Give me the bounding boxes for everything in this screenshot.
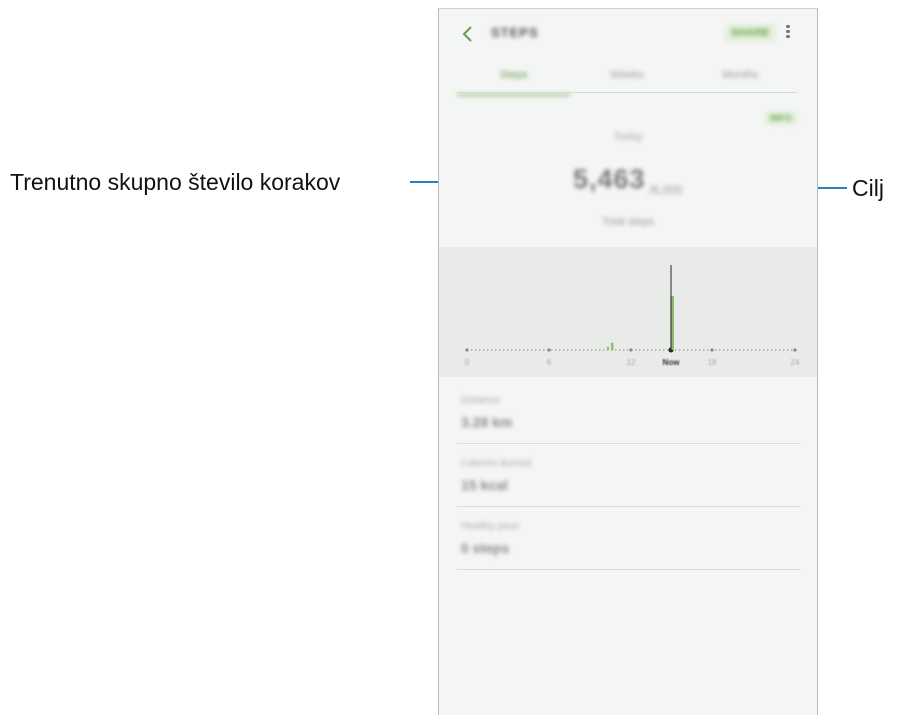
- chart-tick-dot: [629, 348, 633, 352]
- stat-distance: Distance 3.28 km: [457, 381, 801, 444]
- tab-divider: [457, 92, 797, 93]
- page-title: STEPS: [491, 25, 539, 40]
- callout-current-steps-label: Trenutno skupno število korakov: [10, 169, 341, 195]
- stat-label: Calories burned: [461, 458, 532, 469]
- stat-label: Distance: [461, 395, 500, 406]
- chart-bar: [607, 346, 609, 350]
- chart-bar: [671, 296, 674, 350]
- chart-tick-dot: [710, 348, 714, 352]
- chart-tick-dot: [547, 348, 551, 352]
- stats-list: Distance 3.28 km Calories burned 15 kcal…: [457, 381, 801, 570]
- tab-steps[interactable]: Steps: [457, 65, 571, 96]
- tab-bar: Steps Weeks Months: [457, 65, 797, 96]
- step-goal: /6,000: [649, 183, 683, 197]
- phone-screen: STEPS SHARE Steps Weeks Months INFO Toda…: [438, 8, 818, 715]
- chart-tick-label: 18: [708, 358, 717, 367]
- stat-value: 0 steps: [461, 540, 510, 556]
- steps-chart-svg: 0 6 12 Now 18 24: [465, 265, 800, 367]
- stat-label: Healthy pace: [461, 521, 520, 532]
- chart-tick-dot: [793, 348, 797, 352]
- chart-bar: [611, 342, 614, 350]
- stat-healthy-pace: Healthy pace 0 steps: [457, 507, 801, 570]
- info-button[interactable]: INFO: [765, 111, 797, 125]
- chart-tick-label: 0: [465, 358, 470, 367]
- chart-tick-label: Now: [663, 358, 681, 367]
- stat-value: 15 kcal: [461, 477, 508, 493]
- more-vertical-icon[interactable]: [783, 23, 793, 43]
- chart-tick-label: 6: [547, 358, 552, 367]
- chart-tick-label: 12: [627, 358, 636, 367]
- share-button[interactable]: SHARE: [725, 24, 776, 42]
- callout-goal-label: Cilj: [852, 175, 884, 201]
- steps-chart: 0 6 12 Now 18 24: [439, 247, 817, 377]
- stat-value: 3.28 km: [461, 414, 513, 430]
- chart-tick-dot: [465, 348, 469, 352]
- tab-weeks[interactable]: Weeks: [570, 65, 683, 93]
- tab-months[interactable]: Months: [684, 65, 797, 93]
- chevron-left-icon[interactable]: [457, 23, 479, 45]
- chart-tick-label: 24: [791, 358, 800, 367]
- total-steps-label: Total steps: [601, 216, 655, 228]
- app-bar: STEPS SHARE: [439, 9, 817, 61]
- current-step-count: 5,463: [573, 164, 646, 194]
- stat-calories: Calories burned 15 kcal: [457, 444, 801, 507]
- period-label: Today: [613, 131, 643, 143]
